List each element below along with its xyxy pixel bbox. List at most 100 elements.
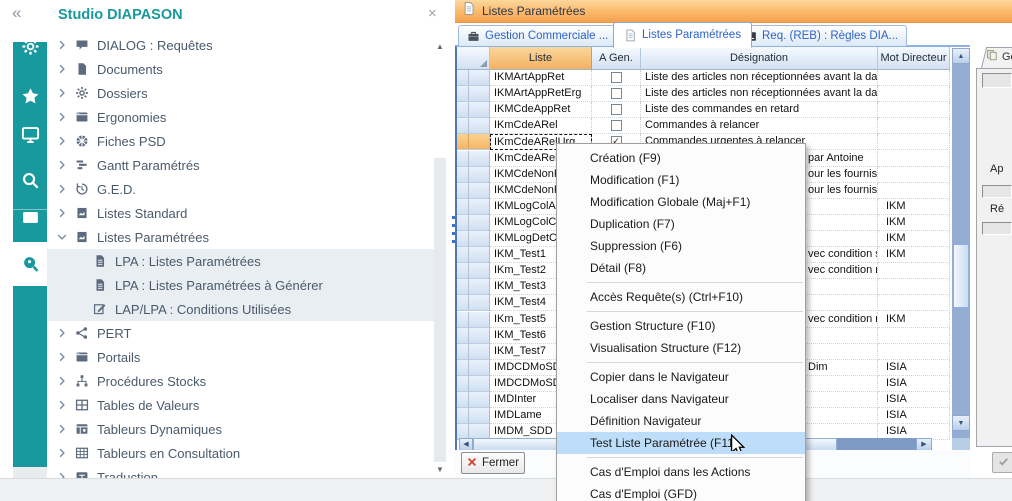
tree-item-ergonomies[interactable]: Ergonomies [47,105,435,129]
chevron-right-icon[interactable] [56,423,68,435]
a-gen-checkbox[interactable] [611,120,622,131]
rail-item-explorer[interactable] [13,246,47,282]
cell-mot-directeur[interactable] [878,151,950,167]
menu-item-duplication-f7[interactable]: Duplication (F7) [557,213,805,235]
row-header-cell[interactable] [457,215,490,231]
chevron-right-icon[interactable] [56,183,68,195]
row-header-cell[interactable] [457,295,490,311]
menu-item-d-tail-f8[interactable]: Détail (F8) [557,257,805,279]
cell-mot-directeur[interactable] [878,279,950,295]
cell-mot-directeur[interactable]: ISIA [878,408,950,424]
cell-mot-directeur[interactable] [878,118,950,134]
table-vertical-scrollbar[interactable] [952,64,970,438]
table-row[interactable]: IKmCdeARel Commandes à relancer [457,118,950,134]
cell-liste[interactable]: IKmCdeARel [490,118,592,134]
cell-mot-directeur[interactable] [878,295,950,311]
chevron-right-icon[interactable] [56,87,68,99]
tree-item-dialog-requ-tes[interactable]: DIALOG : Requêtes [47,33,435,57]
cell-mot-directeur[interactable] [878,183,950,199]
row-header-cell[interactable] [457,312,490,328]
cell-liste[interactable]: IKMArtAppRetErg [490,86,592,102]
tree-item-listes-standard[interactable]: Listes Standard [47,201,435,225]
chevron-right-icon[interactable] [56,375,68,387]
fermer-button[interactable]: Fermer [461,452,525,474]
row-header-cell[interactable] [457,102,490,118]
chevron-right-icon[interactable] [56,471,68,478]
row-header-cell[interactable] [457,134,490,150]
chevron-right-icon[interactable] [56,111,68,123]
menu-item-modification-globale-maj-f1[interactable]: Modification Globale (Maj+F1) [557,191,805,213]
chevron-right-icon[interactable] [56,159,68,171]
rail-item-search[interactable] [13,162,47,198]
rail-item-settings[interactable] [13,28,47,64]
cell-mot-directeur[interactable]: IKM [878,312,950,328]
cell-mot-directeur[interactable] [878,263,950,279]
tree-item-lpa-listes-param-tr-es-g-n-rer[interactable]: LPA : Listes Paramétrées à Générer [47,273,435,297]
chevron-right-icon[interactable] [56,207,68,219]
row-header-cell[interactable] [457,376,490,392]
menu-item-modification-f1[interactable]: Modification (F1) [557,169,805,191]
row-header-cell[interactable] [457,70,490,86]
row-header-cell[interactable] [457,247,490,263]
a-gen-checkbox[interactable] [611,72,622,83]
cell-mot-directeur[interactable] [878,134,950,150]
chevron-right-icon[interactable] [56,63,68,75]
table-scroll-up-icon[interactable]: ▲ [952,48,970,64]
table-row[interactable]: IKMCdeAppRetListe des commandes en retar… [457,102,950,118]
menu-item-cr-ation-f9[interactable]: Création (F9) [557,147,805,169]
tree-scrollbar-thumb[interactable] [434,158,446,462]
tree-scroll-up-icon[interactable]: ▲ [436,42,444,51]
cell-designation[interactable]: Liste des articles non réceptionnées ava… [641,86,878,102]
rail-item-display[interactable] [13,116,47,152]
column-header-liste[interactable]: Liste [490,47,592,70]
cell-mot-directeur[interactable]: IKM [878,199,950,215]
menu-item-visualisation-structure-f12[interactable]: Visualisation Structure (F12) [557,337,805,359]
cell-mot-directeur[interactable]: ISIA [878,376,950,392]
menu-item-suppression-f6[interactable]: Suppression (F6) [557,235,805,257]
tree-item-proc-dures-stocks[interactable]: Procédures Stocks [47,369,435,393]
tree-item-portails[interactable]: Portails [47,345,435,369]
row-header-cell[interactable] [457,151,490,167]
cell-mot-directeur[interactable] [878,167,950,183]
row-header-cell[interactable] [457,263,490,279]
chevron-right-icon[interactable] [56,39,68,51]
menu-item-copier-dans-le-navigateur[interactable]: Copier dans le Navigateur [557,366,805,388]
row-header-cell[interactable] [457,118,490,134]
tree-scroll-down-icon[interactable]: ▼ [436,465,444,474]
tree-item-pert[interactable]: PERT [47,321,435,345]
cell-designation[interactable]: Liste des articles non réceptionnées ava… [641,70,878,86]
cell-mot-directeur[interactable]: ISIA [878,360,950,376]
cell-mot-directeur[interactable]: IKM [878,215,950,231]
row-header-cell[interactable] [457,408,490,424]
cell-liste[interactable]: IKMCdeAppRet [490,102,592,118]
tab-req-reb-r-gles-dia[interactable]: Req. (REB) : Règles DIA... [735,25,907,46]
cell-mot-directeur[interactable] [878,344,950,360]
right-panel-input-3[interactable] [982,222,1012,235]
tree-item-lpa-listes-param-tr-es[interactable]: LPA : Listes Paramétrées [47,249,435,273]
cell-mot-directeur[interactable] [878,70,950,86]
valider-button[interactable]: Val [992,452,1012,473]
cell-mot-directeur[interactable]: IKM [878,231,950,247]
table-scroll-down-icon[interactable]: ▼ [952,415,970,431]
right-panel-input-1[interactable] [982,73,1012,88]
menu-item-cas-d-emploi-gfd[interactable]: Cas d'Emploi (GFD) [557,483,805,501]
chevron-right-icon[interactable] [56,327,68,339]
row-header-cell[interactable] [457,167,490,183]
tree-item-fiches-psd[interactable]: Fiches PSD [47,129,435,153]
tree-item-tables-de-valeurs[interactable]: Tables de Valeurs [47,393,435,417]
chevron-right-icon[interactable] [56,447,68,459]
a-gen-checkbox[interactable] [611,88,622,99]
right-panel-input-2[interactable] [982,185,1012,198]
right-panel-tab-label[interactable]: Ge [986,49,1012,64]
close-sidebar-icon[interactable]: × [428,5,437,22]
tree-item-g-e-d[interactable]: G.E.D. [47,177,435,201]
tree-item-traduction[interactable]: Traduction [47,465,435,478]
row-header-cell[interactable] [457,328,490,344]
cell-designation[interactable]: Commandes à relancer [641,118,878,134]
row-header-cell[interactable] [457,199,490,215]
row-header-cell[interactable] [457,86,490,102]
tab-gestion-commerciale[interactable]: Gestion Commerciale ... [458,25,617,46]
column-header-d-signation[interactable]: Désignation [641,47,878,70]
cell-liste[interactable]: IKMArtAppRet [490,70,592,86]
row-header-cell[interactable] [457,360,490,376]
